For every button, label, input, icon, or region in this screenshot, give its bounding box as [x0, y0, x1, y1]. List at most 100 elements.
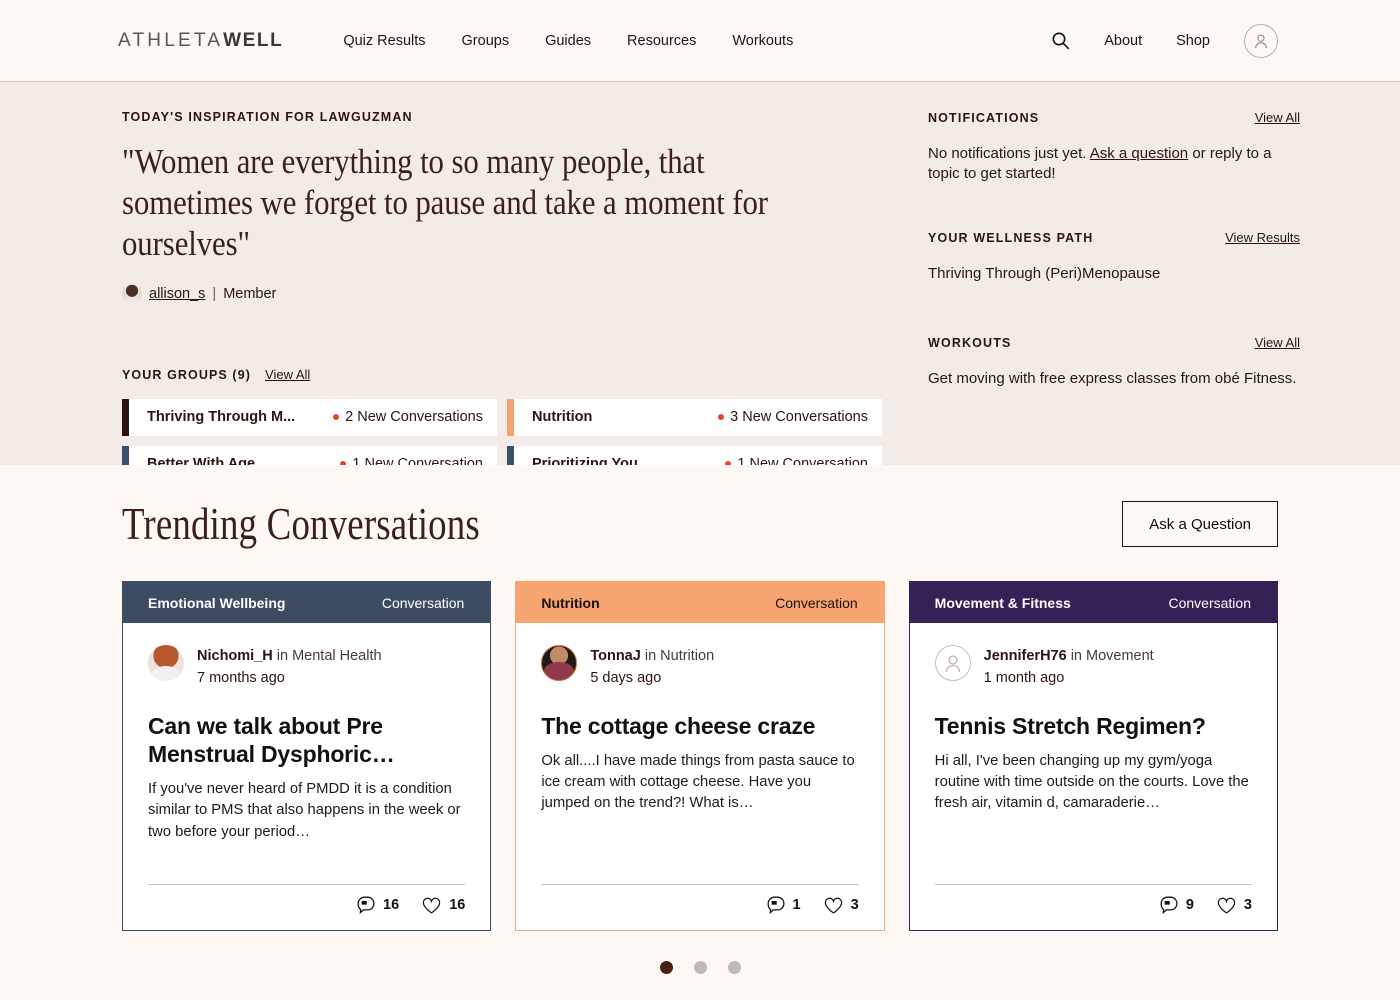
header-actions: About Shop	[1051, 23, 1278, 58]
carousel-pagination	[122, 961, 1278, 974]
card-author-name[interactable]: Nichomi_H	[197, 648, 273, 664]
main-nav: Quiz Results Groups Guides Resources Wor…	[343, 33, 793, 49]
card-body: TonnaJ in Nutrition 5 days ago The cotta…	[516, 623, 883, 884]
card-stats: 1 3	[541, 895, 859, 915]
user-avatar-icon[interactable]	[1244, 23, 1278, 58]
card-author-group: in Mental Health	[276, 648, 382, 664]
card-excerpt: Ok all....I have made things from pasta …	[541, 752, 855, 812]
notifications-header: NOTIFICATIONS View All	[928, 110, 1300, 125]
dashboard-left-column: TODAY'S INSPIRATION FOR LAWGUZMAN "Women…	[122, 110, 882, 483]
card-author-meta: JenniferH76 in Movement 1 month ago	[984, 645, 1154, 690]
nav-item-shop[interactable]: Shop	[1176, 33, 1210, 49]
comment-count[interactable]: 1	[766, 895, 801, 915]
like-count-value: 3	[1243, 897, 1252, 913]
carousel-dot[interactable]	[693, 961, 707, 974]
card-author-row: JenniferH76 in Movement 1 month ago	[934, 645, 1252, 690]
inspiration-author-name[interactable]: allison_s	[149, 286, 205, 302]
carousel-dot[interactable]	[727, 961, 741, 974]
wellness-path-section: YOUR WELLNESS PATH View Results Thriving…	[928, 230, 1300, 284]
brand-logo-bold: WELL	[223, 29, 284, 51]
workouts-section: WORKOUTS View All Get moving with free e…	[928, 335, 1300, 389]
like-count[interactable]: 3	[1216, 896, 1252, 915]
card-title: Can we talk about Pre Menstrual Dysphori…	[148, 712, 395, 767]
dashboard-top: TODAY'S INSPIRATION FOR LAWGUZMAN "Women…	[0, 82, 1400, 483]
card-body: Nichomi_H in Mental Health 7 months ago …	[123, 623, 490, 884]
nav-item-about[interactable]: About	[1104, 33, 1142, 49]
group-new-label: 3 New Conversations	[730, 409, 868, 426]
group-card[interactable]: Nutrition 3 New Conversations	[507, 398, 882, 436]
search-icon[interactable]	[1051, 31, 1070, 50]
wellness-path-view-results-link[interactable]: View Results	[1225, 230, 1300, 245]
card-stats: 9 3	[935, 895, 1252, 915]
ask-a-question-button[interactable]: Ask a Question	[1122, 501, 1278, 547]
card-category: Nutrition	[541, 594, 600, 611]
like-count[interactable]: 16	[421, 896, 465, 915]
brand-logo-thin: ATHLETA	[118, 29, 224, 51]
nav-item-guides[interactable]: Guides	[545, 33, 591, 49]
card-author-name[interactable]: JenniferH76	[984, 648, 1067, 664]
inspiration-author: allison_s | Member	[122, 283, 882, 304]
groups-view-all-link[interactable]: View All	[265, 367, 310, 382]
card-author-row: Nichomi_H in Mental Health 7 months ago	[148, 645, 465, 690]
heart-icon	[1217, 897, 1236, 914]
card-category: Movement & Fitness	[934, 594, 1071, 611]
avatar	[541, 645, 578, 681]
nav-item-workouts[interactable]: Workouts	[732, 33, 793, 49]
comment-count-value: 1	[792, 897, 801, 913]
ask-a-question-link[interactable]: Ask a question	[1090, 145, 1188, 162]
groups-header: YOUR GROUPS (9) View All	[122, 367, 882, 382]
comment-icon	[357, 896, 375, 915]
card-stats: 16 16	[148, 895, 465, 915]
carousel-dot[interactable]	[659, 961, 673, 974]
trending-conversations-section: Trending Conversations Ask a Question ‹ …	[0, 465, 1400, 1000]
card-header: Movement & Fitness Conversation	[909, 582, 1277, 623]
card-author-group: in Nutrition	[644, 648, 715, 664]
comment-count[interactable]: 9	[1159, 895, 1194, 915]
site-header: ATHLETA WELL Quiz Results Groups Guides R…	[0, 0, 1400, 82]
nav-item-resources[interactable]: Resources	[627, 33, 696, 49]
group-card[interactable]: Thriving Through M... 2 New Conversation…	[122, 398, 497, 436]
workouts-heading: WORKOUTS	[928, 335, 1012, 350]
user-avatar-icon	[945, 655, 960, 673]
page-title: Trending Conversations	[122, 499, 480, 549]
conversation-card[interactable]: Movement & Fitness Conversation Jennifer…	[908, 581, 1278, 931]
workouts-header: WORKOUTS View All	[928, 335, 1300, 350]
avatar	[934, 645, 971, 681]
like-count-value: 16	[449, 897, 466, 913]
group-new-count: 2 New Conversations	[333, 409, 483, 425]
conversation-card[interactable]: Emotional Wellbeing Conversation Nichomi…	[122, 581, 492, 931]
dashboard-right-column: NOTIFICATIONS View All No notifications …	[928, 110, 1300, 465]
nav-item-quiz-results[interactable]: Quiz Results	[343, 33, 425, 49]
notifications-view-all-link[interactable]: View All	[1255, 110, 1300, 125]
new-indicator-dot	[718, 414, 725, 421]
workouts-text: Get moving with free express classes fro…	[928, 369, 1297, 387]
card-header: Emotional Wellbeing Conversation	[123, 582, 491, 623]
inspiration-eyebrow: TODAY'S INSPIRATION FOR LAWGUZMAN	[122, 110, 413, 124]
inspiration-author-role: Member	[223, 285, 277, 302]
card-type: Conversation	[775, 594, 858, 611]
workouts-view-all-link[interactable]: View All	[1255, 335, 1300, 350]
wellness-path-value: Thriving Through (Peri)Menopause	[928, 264, 1161, 282]
group-name: Thriving Through M...	[147, 409, 296, 426]
brand-logo[interactable]: ATHLETA WELL	[118, 30, 283, 52]
inspiration-quote: "Women are everything to so many people,…	[122, 142, 768, 263]
trending-header: Trending Conversations Ask a Question	[122, 465, 1278, 550]
group-name: Nutrition	[532, 409, 593, 426]
card-type: Conversation	[381, 594, 465, 611]
card-author-meta: TonnaJ in Nutrition 5 days ago	[590, 645, 714, 690]
like-count-value: 3	[850, 897, 859, 913]
comment-count[interactable]: 16	[356, 895, 399, 915]
avatar	[148, 645, 184, 681]
card-category: Emotional Wellbeing	[148, 594, 286, 611]
card-author-name[interactable]: TonnaJ	[590, 648, 640, 664]
wellness-path-header: YOUR WELLNESS PATH View Results	[928, 230, 1300, 245]
card-excerpt: If you've never heard of PMDD it is a co…	[148, 780, 461, 840]
comment-count-value: 9	[1185, 897, 1194, 913]
notifications-heading: NOTIFICATIONS	[928, 111, 1040, 125]
new-indicator-dot	[333, 414, 340, 421]
wellness-path-heading: YOUR WELLNESS PATH	[928, 230, 1094, 245]
nav-item-groups[interactable]: Groups	[462, 33, 510, 49]
conversation-card[interactable]: Nutrition Conversation TonnaJ in Nutriti…	[515, 581, 885, 931]
card-header: Nutrition Conversation	[516, 582, 884, 623]
like-count[interactable]: 3	[823, 896, 859, 915]
